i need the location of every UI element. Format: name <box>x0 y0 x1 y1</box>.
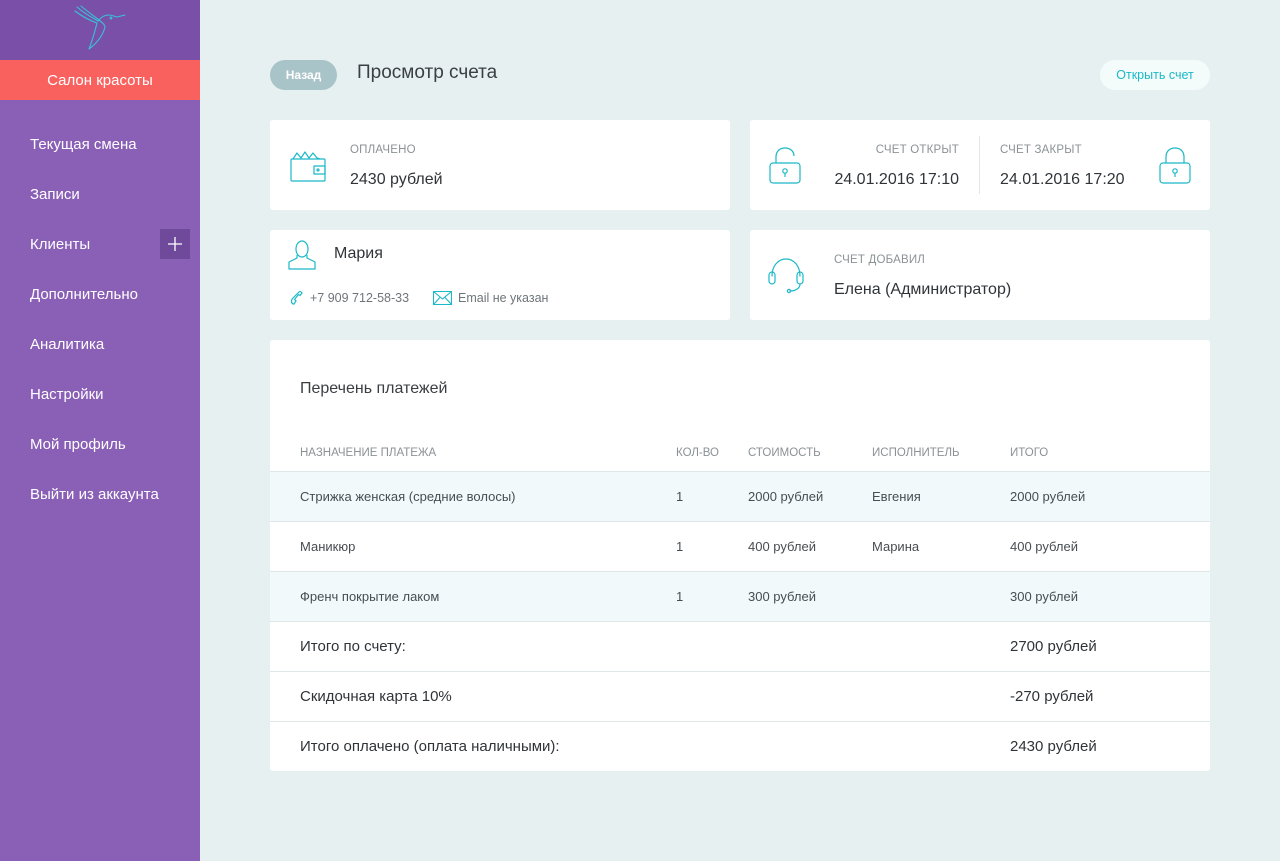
cell-total: 400 рублей <box>1010 539 1078 554</box>
envelope-icon <box>433 291 452 305</box>
wallet-icon <box>290 150 326 187</box>
closed-value: 24.01.2016 17:20 <box>1000 171 1125 188</box>
table-row[interactable]: Стрижка женская (средние волосы) 1 2000 … <box>270 472 1210 522</box>
invoice-status-card: СЧЕТ ОТКРЫТ 24.01.2016 17:10 СЧЕТ ЗАКРЫТ… <box>750 120 1210 210</box>
cell-qty: 1 <box>676 589 684 604</box>
headset-icon <box>768 256 804 299</box>
opened-value: 24.01.2016 17:10 <box>834 171 959 188</box>
lock-closed-icon <box>1158 147 1192 190</box>
sidebar-item-label: Клиенты <box>30 235 91 253</box>
cell-price: 2000 рублей <box>748 489 824 504</box>
sidebar-logo-area <box>0 0 200 60</box>
phone-text: +7 909 712-58-33 <box>310 291 410 305</box>
add-client-button[interactable] <box>160 229 190 259</box>
summary-row-invoice-total: Итого по счету: 2700 рублей <box>270 622 1210 672</box>
summary-value: -270 рублей <box>1010 688 1094 705</box>
sidebar-item-label: Записи <box>30 185 80 203</box>
cell-service: Френч покрытие лаком <box>300 589 440 604</box>
summary-label: Скидочная карта 10% <box>300 688 452 705</box>
sidebar-item-label: Мой профиль <box>30 435 126 453</box>
summary-label: Итого по счету: <box>300 638 406 655</box>
sidebar: Салон красоты Текущая смена Записи Клиен… <box>0 0 200 861</box>
cell-total: 2000 рублей <box>1010 489 1086 504</box>
salon-label[interactable]: Салон красоты <box>0 60 200 100</box>
sidebar-item-logout[interactable]: Выйти из аккаунта <box>0 469 200 519</box>
sidebar-item-clients[interactable]: Клиенты <box>0 219 200 269</box>
summary-value: 2430 рублей <box>1010 738 1097 755</box>
summary-value: 2700 рублей <box>1010 638 1097 655</box>
sidebar-item-label: Текущая смена <box>30 135 137 153</box>
payments-card: Перечень платежей НАЗНАЧЕНИЕ ПЛАТЕЖА КОЛ… <box>270 340 1210 771</box>
client-phone[interactable]: +7 909 712-58-33 <box>290 291 409 305</box>
table-row[interactable]: Маникюр 1 400 рублей Марина 400 рублей <box>270 522 1210 572</box>
sidebar-item-current-shift[interactable]: Текущая смена <box>0 119 200 169</box>
sidebar-item-profile[interactable]: Мой профиль <box>0 419 200 469</box>
column-header: СТОИМОСТЬ <box>748 447 821 459</box>
paid-label: ОПЛАЧЕНО <box>350 144 416 156</box>
table-row[interactable]: Френч покрытие лаком 1 300 рублей 300 ру… <box>270 572 1210 622</box>
column-header: ИСПОЛНИТЕЛЬ <box>872 447 960 459</box>
paid-card: ОПЛАЧЕНО 2430 рублей <box>270 120 730 210</box>
cell-service: Стрижка женская (средние волосы) <box>300 489 516 504</box>
sidebar-item-label: Дополнительно <box>30 285 138 303</box>
table-header: НАЗНАЧЕНИЕ ПЛАТЕЖА КОЛ-ВО СТОИМОСТЬ ИСПО… <box>270 438 1210 472</box>
summary-label: Итого оплачено (оплата наличными): <box>300 738 560 755</box>
user-icon <box>288 240 316 275</box>
cell-performer: Евгения <box>872 489 921 504</box>
column-header: НАЗНАЧЕНИЕ ПЛАТЕЖА <box>300 447 437 459</box>
hummingbird-icon[interactable] <box>73 4 127 56</box>
page-title: Просмотр счета <box>357 62 498 83</box>
cell-performer: Марина <box>872 539 920 554</box>
cell-service: Маникюр <box>300 539 356 554</box>
closed-label: СЧЕТ ЗАКРЫТ <box>1000 144 1082 156</box>
summary-row-paid-total: Итого оплачено (оплата наличными): 2430 … <box>270 722 1210 771</box>
cell-qty: 1 <box>676 489 684 504</box>
added-by-label: СЧЕТ ДОБАВИЛ <box>834 254 926 266</box>
column-header: КОЛ-ВО <box>676 447 719 459</box>
sidebar-item-label: Настройки <box>30 385 104 403</box>
cell-price: 400 рублей <box>748 539 816 554</box>
back-button[interactable]: Назад <box>270 60 337 90</box>
added-by-card: СЧЕТ ДОБАВИЛ Елена (Администратор) <box>750 230 1210 320</box>
phone-icon <box>290 291 303 305</box>
divider <box>979 136 980 194</box>
sidebar-item-additional[interactable]: Дополнительно <box>0 269 200 319</box>
cell-qty: 1 <box>676 539 684 554</box>
column-header: ИТОГО <box>1010 447 1049 459</box>
paid-value: 2430 рублей <box>350 171 443 188</box>
payments-title: Перечень платежей <box>300 380 448 397</box>
client-email[interactable]: Email не указан <box>433 291 548 305</box>
cell-price: 300 рублей <box>748 589 816 604</box>
added-by-value: Елена (Администратор) <box>834 281 1012 298</box>
sidebar-item-label: Аналитика <box>30 335 105 353</box>
sidebar-item-analytics[interactable]: Аналитика <box>0 319 200 369</box>
client-name: Мария <box>334 245 383 262</box>
sidebar-nav: Текущая смена Записи Клиенты Дополнитель… <box>0 119 200 519</box>
plus-icon <box>168 237 182 251</box>
sidebar-item-settings[interactable]: Настройки <box>0 369 200 419</box>
sidebar-item-label: Выйти из аккаунта <box>30 485 159 503</box>
cell-total: 300 рублей <box>1010 589 1078 604</box>
open-invoice-button[interactable]: Открыть счет <box>1100 60 1210 90</box>
summary-row-discount: Скидочная карта 10% -270 рублей <box>270 672 1210 722</box>
client-card: Мария +7 909 712-58-33 Email не указан <box>270 230 730 320</box>
email-text: Email не указан <box>458 291 549 305</box>
sidebar-item-appointments[interactable]: Записи <box>0 169 200 219</box>
opened-label: СЧЕТ ОТКРЫТ <box>875 144 959 156</box>
